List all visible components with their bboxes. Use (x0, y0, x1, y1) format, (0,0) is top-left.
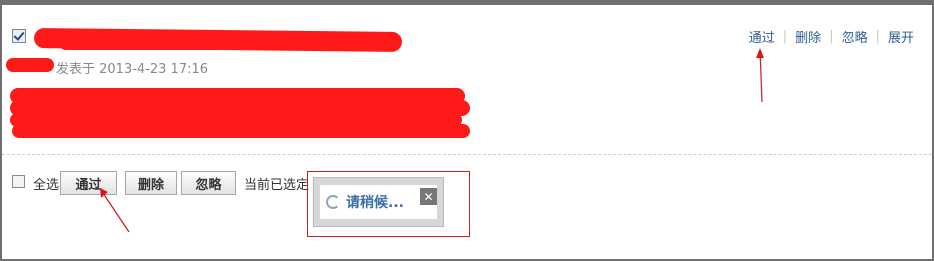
annotation-arrows (100, 48, 764, 233)
arrow-to-pass-button (100, 189, 130, 233)
arrow-head (100, 188, 108, 198)
arrow-head (756, 48, 764, 58)
